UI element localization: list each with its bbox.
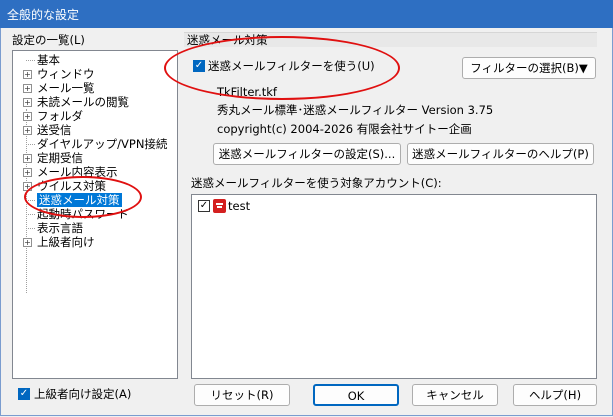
filter-name: 秀丸メール標準･迷惑メールフィルター Version 3.75 <box>217 103 494 117</box>
tree-item-send-receive[interactable]: + 送受信 <box>13 123 173 137</box>
tree-item-virus[interactable]: + ウイルス対策 <box>13 179 173 193</box>
title-bar: 全般的な設定 <box>0 0 613 28</box>
expand-icon[interactable]: + <box>23 168 32 177</box>
cancel-button[interactable]: キャンセル <box>412 384 498 406</box>
expand-icon[interactable]: + <box>23 126 32 135</box>
use-filter-label: 迷惑メールフィルターを使う(U) <box>208 59 375 73</box>
expand-icon[interactable]: + <box>23 238 32 247</box>
reset-button[interactable]: リセット(R) <box>194 384 290 406</box>
tree-item-spam[interactable]: 迷惑メール対策 <box>13 193 173 207</box>
account-name: test <box>228 199 251 213</box>
filter-help-button[interactable]: 迷惑メールフィルターのヘルプ(P) <box>407 143 594 165</box>
accounts-label: 迷惑メールフィルターを使う対象アカウント(C): <box>191 176 442 190</box>
tree-item-content-display[interactable]: + メール内容表示 <box>13 165 173 179</box>
filter-settings-button[interactable]: 迷惑メールフィルターの設定(S)... <box>213 143 401 165</box>
advanced-settings-label: 上級者向け設定(A) <box>34 387 132 401</box>
settings-list-label: 設定の一覧(L) <box>12 33 85 47</box>
help-button[interactable]: ヘルプ(H) <box>513 384 597 406</box>
expand-icon[interactable]: + <box>23 70 32 79</box>
tree-item-language[interactable]: 表示言語 <box>13 221 173 235</box>
expand-icon[interactable]: + <box>23 182 32 191</box>
list-item[interactable]: ✓ test <box>198 199 398 213</box>
tree-item-mail-list[interactable]: + メール一覧 <box>13 81 173 95</box>
tree-item-startup-password[interactable]: 起動時パスワード <box>13 207 173 221</box>
expand-icon[interactable]: + <box>23 112 32 121</box>
expand-icon[interactable]: + <box>23 84 32 93</box>
tree-item-advanced[interactable]: + 上級者向け <box>13 235 173 249</box>
accounts-list[interactable]: ✓ test <box>191 194 597 379</box>
filter-file: TkFilter.tkf <box>217 85 277 99</box>
filter-copyright: copyright(c) 2004-2026 有限会社サイトー企画 <box>217 122 472 136</box>
section-title: 迷惑メール対策 <box>187 33 268 47</box>
expand-icon[interactable]: + <box>23 154 32 163</box>
tree-item-dialup[interactable]: ダイヤルアップ/VPN接続 <box>13 137 173 151</box>
section-header: 迷惑メール対策 <box>184 32 597 47</box>
tree-item-window[interactable]: + ウィンドウ <box>13 67 173 81</box>
select-filter-button[interactable]: フィルターの選択(B)▼ <box>462 57 596 79</box>
settings-tree[interactable]: 基本 + ウィンドウ + メール一覧 + 未読メールの閲覧 + フォルダ + 送受信 ダイ… <box>12 50 178 379</box>
mail-filter-icon <box>213 199 226 213</box>
account-checkbox[interactable]: ✓ <box>198 200 210 212</box>
window-title: 全般的な設定 <box>7 8 80 22</box>
ok-button[interactable]: OK <box>313 384 399 406</box>
expand-icon[interactable]: + <box>23 98 32 107</box>
advanced-settings-checkbox[interactable]: ✓ <box>18 388 30 400</box>
tree-item-folder[interactable]: + フォルダ <box>13 109 173 123</box>
tree-item-periodic[interactable]: + 定期受信 <box>13 151 173 165</box>
tree-item-unread[interactable]: + 未読メールの閲覧 <box>13 95 173 109</box>
use-filter-checkbox[interactable]: ✓ <box>193 60 205 72</box>
tree-item-basic[interactable]: 基本 <box>13 53 173 67</box>
